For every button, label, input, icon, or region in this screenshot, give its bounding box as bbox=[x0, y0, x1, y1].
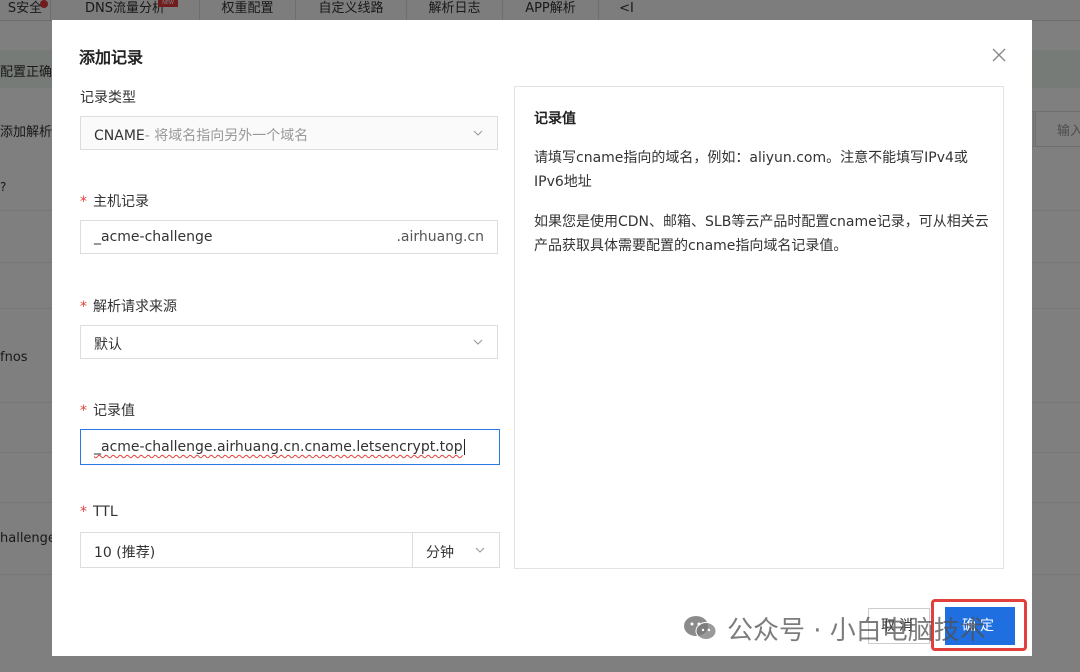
ttl-unit-value: 分钟 bbox=[426, 545, 454, 561]
record-value-input[interactable]: _acme-challenge.airhuang.cn.cname.letsen… bbox=[80, 429, 500, 465]
record-type-select[interactable]: CNAME- 将域名指向另外一个域名 bbox=[80, 116, 498, 150]
add-record-dialog: 添加记录 记录类型 CNAME- 将域名指向另外一个域名 * 主机记录 _acme… bbox=[52, 20, 1032, 656]
host-value: _acme-challenge bbox=[94, 229, 213, 245]
ttl-label: * TTL bbox=[80, 504, 118, 520]
record-type-desc: - 将域名指向另外一个域名 bbox=[144, 128, 309, 144]
chevron-down-icon bbox=[475, 547, 485, 553]
wechat-icon bbox=[684, 616, 717, 640]
record-value-text: _acme-challenge.airhuang.cn.cname.letsen… bbox=[94, 439, 463, 455]
line-label: * 解析请求来源 bbox=[80, 299, 177, 315]
ttl-input[interactable]: 10 (推荐) bbox=[80, 532, 413, 568]
watermark: 公众号 · 小白电脑技术 bbox=[683, 610, 986, 646]
ttl-value: 10 (推荐) bbox=[94, 545, 156, 561]
host-input[interactable]: _acme-challenge .airhuang.cn bbox=[80, 220, 498, 254]
text-caret bbox=[463, 439, 465, 455]
dialog-title: 添加记录 bbox=[79, 48, 144, 67]
record-type-label: 记录类型 bbox=[80, 90, 136, 106]
record-type-value: CNAME bbox=[94, 128, 145, 144]
line-select[interactable]: 默认 bbox=[80, 325, 498, 359]
close-icon[interactable] bbox=[989, 45, 1009, 65]
record-value-label: * 记录值 bbox=[80, 403, 135, 419]
chevron-down-icon bbox=[473, 339, 483, 345]
host-suffix: .airhuang.cn bbox=[396, 229, 484, 245]
help-paragraph: 如果您是使用CDN、邮箱、SLB等云产品时配置cname记录，可从相关云产品获取… bbox=[534, 214, 989, 254]
ttl-unit-select[interactable]: 分钟 bbox=[412, 532, 500, 568]
help-paragraph: 请填写cname指向的域名，例如：aliyun.com。注意不能填写IPv4或I… bbox=[534, 150, 968, 190]
line-value: 默认 bbox=[94, 337, 122, 353]
watermark-text: 公众号 · 小白电脑技术 bbox=[727, 615, 986, 646]
host-label: * 主机记录 bbox=[80, 194, 149, 210]
chevron-down-icon bbox=[473, 130, 483, 136]
help-panel: 记录值 请填写cname指向的域名，例如：aliyun.com。注意不能填写IP… bbox=[514, 86, 1004, 569]
help-title: 记录值 bbox=[534, 111, 576, 127]
